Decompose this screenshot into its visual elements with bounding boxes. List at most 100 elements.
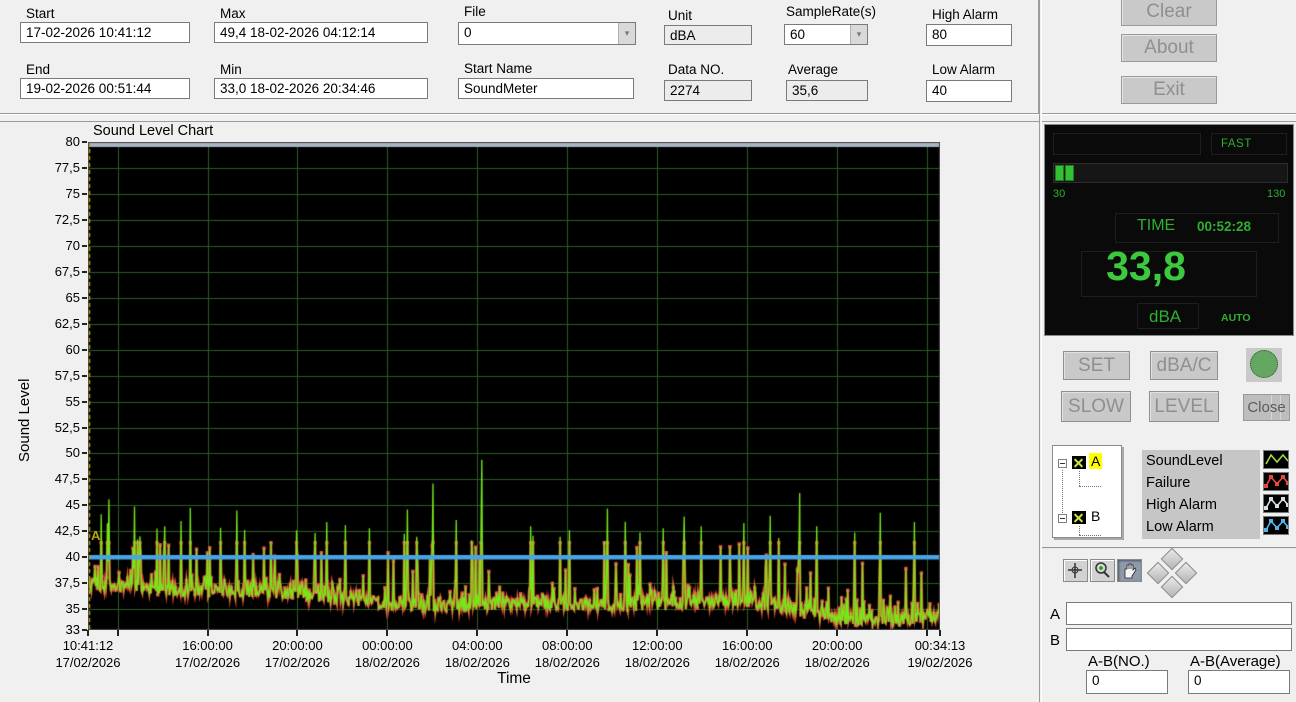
plot-b-icon[interactable] xyxy=(1072,511,1086,524)
legend-style-icon-failure[interactable] xyxy=(1263,472,1289,491)
end-field[interactable]: 19-02-2026 00:51:44 xyxy=(20,78,190,99)
set-button[interactable]: SET xyxy=(1063,351,1130,380)
sound-level-chart-canvas[interactable] xyxy=(88,142,940,630)
sample-rate-combo-arrow-icon[interactable]: ▾ xyxy=(850,25,867,44)
meter-bar-segment xyxy=(1055,165,1064,181)
cursor-b-value-field[interactable] xyxy=(1066,628,1292,651)
average-field: 35,6 xyxy=(786,80,868,101)
dba-c-button[interactable]: dBA/C xyxy=(1150,351,1218,380)
high-alarm-label: High Alarm xyxy=(932,7,999,22)
y-tick-mark xyxy=(82,426,87,429)
chart-x-axis-label: Time xyxy=(497,670,531,687)
scroll-nav-widget[interactable] xyxy=(1144,547,1200,599)
level-button[interactable]: LEVEL xyxy=(1149,391,1219,422)
high-alarm-field[interactable]: 80 xyxy=(926,24,1012,46)
about-button[interactable]: About xyxy=(1121,34,1217,62)
y-tick-label: 52,5 xyxy=(54,419,80,435)
max-field[interactable]: 49,4 18-02-2026 04:12:14 xyxy=(214,22,428,43)
x-tick-mark xyxy=(296,630,299,636)
legend-list: SoundLevel Failure High Alarm Low Alarm xyxy=(1142,450,1260,539)
x-tick-label: 12:00:00 18/02/2026 xyxy=(624,638,690,670)
file-combo-arrow-icon[interactable]: ▾ xyxy=(618,23,635,44)
power-led-indicator[interactable] xyxy=(1250,350,1278,378)
tree-node-a[interactable]: A xyxy=(1089,453,1103,469)
y-tick-mark xyxy=(82,504,87,507)
meter-bar-segment xyxy=(1065,165,1074,181)
close-button[interactable]: Close xyxy=(1243,394,1290,421)
meter-time-label: TIME xyxy=(1137,217,1176,234)
y-tick-mark xyxy=(82,478,87,481)
unit-label: Unit xyxy=(668,8,693,23)
file-label: File xyxy=(464,4,486,19)
y-tick-label: 45 xyxy=(65,497,80,513)
clear-button[interactable]: Clear xyxy=(1121,0,1217,26)
y-tick-label: 70 xyxy=(65,237,80,253)
plot-a-icon[interactable] xyxy=(1072,456,1086,469)
sample-rate-combo-value: 60 xyxy=(790,27,806,42)
y-tick-mark xyxy=(82,530,87,533)
legend-style-icon-low-alarm[interactable] xyxy=(1263,516,1289,535)
legend-item-soundlevel[interactable]: SoundLevel xyxy=(1142,450,1260,472)
y-tick-label: 55 xyxy=(65,393,80,409)
pan-tool-button[interactable] xyxy=(1117,559,1142,582)
y-tick-label: 80 xyxy=(65,134,80,149)
y-tick-label: 40 xyxy=(65,549,80,565)
tree-connector xyxy=(1079,486,1101,487)
chart-title: Sound Level Chart xyxy=(93,123,214,139)
y-tick-mark xyxy=(82,556,87,559)
ab-average-label: A-B(Average) xyxy=(1190,653,1281,670)
tree-collapse-icon[interactable] xyxy=(1058,459,1067,468)
legend-style-icon-soundlevel[interactable] xyxy=(1263,450,1289,469)
meter-elapsed-time: 00:52:28 xyxy=(1197,219,1252,234)
x-tick-mark xyxy=(939,630,941,636)
meter-frame-decoration xyxy=(1053,133,1201,155)
ab-no-field[interactable]: 0 xyxy=(1086,670,1168,694)
sample-rate-label: SampleRate(s) xyxy=(786,4,877,19)
cursor-tool-button[interactable] xyxy=(1063,559,1088,582)
start-name-field[interactable]: SoundMeter xyxy=(458,78,634,99)
legend-item-high-alarm[interactable]: High Alarm xyxy=(1142,494,1260,516)
legend-item-failure[interactable]: Failure xyxy=(1142,472,1260,494)
x-tick-label: 16:00:00 17/02/2026 xyxy=(174,638,241,670)
y-tick-label: 33 xyxy=(65,622,80,637)
y-tick-mark xyxy=(82,452,87,455)
x-tick-label: 20:00:00 18/02/2026 xyxy=(804,638,870,670)
min-field[interactable]: 33,0 18-02-2026 20:34:46 xyxy=(214,78,428,99)
y-tick-mark xyxy=(82,270,87,273)
exit-button[interactable]: Exit xyxy=(1121,76,1217,104)
tree-collapse-icon[interactable] xyxy=(1058,514,1067,523)
average-label: Average xyxy=(788,62,839,77)
legend-style-icon-high-alarm[interactable] xyxy=(1263,494,1289,513)
ab-average-field[interactable]: 0 xyxy=(1188,670,1290,694)
x-tick-mark xyxy=(476,630,479,636)
y-tick-mark xyxy=(82,218,87,221)
y-tick-label: 60 xyxy=(65,341,80,357)
cursor-a-marker[interactable]: A xyxy=(91,528,100,543)
y-tick-mark xyxy=(82,322,87,325)
x-tick-mark xyxy=(87,630,89,636)
y-tick-mark xyxy=(82,141,87,143)
start-name-label: Start Name xyxy=(464,61,533,76)
start-label: Start xyxy=(26,6,55,21)
legend-item-low-alarm[interactable]: Low Alarm xyxy=(1142,516,1260,538)
cursor-a-value-field[interactable] xyxy=(1066,602,1292,625)
sound-meter-app: Start 17-02-2026 10:41:12 End 19-02-2026… xyxy=(0,0,1296,702)
ab-no-label: A-B(NO.) xyxy=(1088,653,1150,670)
start-field[interactable]: 17-02-2026 10:41:12 xyxy=(20,22,190,43)
y-tick-label: 72,5 xyxy=(54,211,80,227)
tree-node-b[interactable]: B xyxy=(1089,508,1102,524)
y-tick-label: 57,5 xyxy=(54,367,80,383)
sample-rate-combo[interactable]: 60 ▾ xyxy=(784,24,868,45)
meter-current-value: 33,8 xyxy=(1106,243,1186,289)
file-combo[interactable]: 0 ▾ xyxy=(458,22,636,45)
meter-bar-min-label: 30 xyxy=(1053,188,1066,200)
meter-response-mode: FAST xyxy=(1221,138,1252,150)
low-alarm-field[interactable]: 40 xyxy=(926,80,1012,102)
x-tick-label: 00:00:00 18/02/2026 xyxy=(354,638,420,670)
cursor-b-row-label: B xyxy=(1050,632,1061,649)
y-tick-label: 50 xyxy=(65,445,80,461)
data-no-field: 2274 xyxy=(664,80,752,101)
slow-button[interactable]: SLOW xyxy=(1061,391,1131,422)
cursor-a-row-label: A xyxy=(1050,606,1061,623)
zoom-tool-button[interactable] xyxy=(1090,559,1115,582)
